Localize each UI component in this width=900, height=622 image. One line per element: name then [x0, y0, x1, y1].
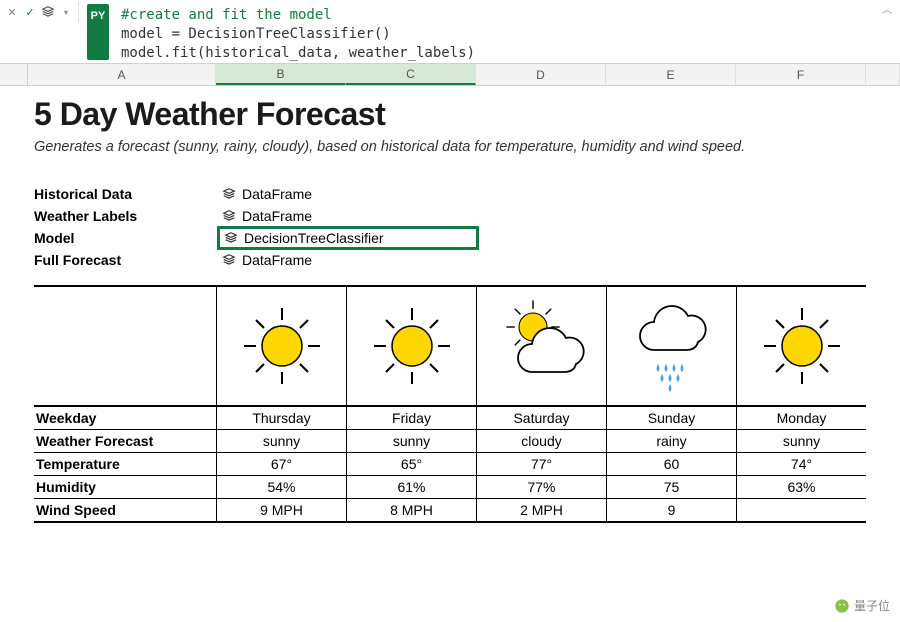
meta-label: Historical Data [34, 186, 218, 202]
chevron-down-icon[interactable]: ▾ [58, 4, 74, 20]
page-subtitle: Generates a forecast (sunny, rainy, clou… [34, 139, 884, 155]
meta-label: Model [34, 230, 218, 246]
forecast-table: WeekdayThursdayFridaySaturdaySundayMonda… [34, 285, 866, 523]
forecast-row: Weather Forecastsunnysunnycloudyrainysun… [34, 430, 866, 453]
forecast-cell: 54% [216, 476, 346, 498]
sunny-icon [362, 296, 462, 396]
meta-value-text: DecisionTreeClassifier [244, 230, 384, 246]
forecast-icon-cell [606, 287, 736, 405]
forecast-cell: rainy [606, 430, 736, 452]
forecast-cell: 74° [736, 453, 866, 475]
formula-bar: ✕ ✓ ▾ PY #create and fit the model model… [0, 0, 900, 64]
forecast-cell: 60 [606, 453, 736, 475]
rainy-icon [622, 296, 722, 396]
meta-row: Model DecisionTreeClassifier [34, 227, 884, 249]
code-editor[interactable]: #create and fit the model model = Decisi… [113, 0, 900, 63]
forecast-icon-cell [346, 287, 476, 405]
col-header-d[interactable]: D [476, 64, 606, 85]
col-header-c[interactable]: C [346, 64, 476, 85]
code-comment: #create and fit the model [121, 7, 332, 23]
forecast-cell: 8 MPH [346, 499, 476, 521]
meta-value-text: DataFrame [242, 252, 312, 268]
watermark-text: 量子位 [854, 597, 890, 614]
forecast-cell: 9 [606, 499, 736, 521]
python-badge: PY [87, 4, 109, 60]
col-header-b[interactable]: B [216, 64, 346, 85]
forecast-icon-row-label [34, 287, 216, 405]
meta-label: Weather Labels [34, 208, 218, 224]
forecast-row-label: Weather Forecast [34, 430, 216, 452]
meta-value-cell[interactable]: DataFrame [218, 185, 478, 203]
forecast-row: Wind Speed9 MPH8 MPH2 MPH9 [34, 499, 866, 523]
meta-value-text: DataFrame [242, 186, 312, 202]
worksheet: 5 Day Weather Forecast Generates a forec… [0, 86, 900, 523]
confirm-icon[interactable]: ✓ [22, 4, 38, 20]
forecast-icon-row [34, 287, 866, 407]
forecast-icon-cell [216, 287, 346, 405]
meta-value-text: DataFrame [242, 208, 312, 224]
code-line-2: model = DecisionTreeClassifier() [121, 26, 391, 42]
meta-label: Full Forecast [34, 252, 218, 268]
forecast-cell: 77° [476, 453, 606, 475]
forecast-icon-cell [736, 287, 866, 405]
wechat-icon [834, 598, 850, 614]
col-header-f[interactable]: F [736, 64, 866, 85]
forecast-cell: 2 MPH [476, 499, 606, 521]
col-header-spacer [866, 64, 900, 85]
forecast-cell: Saturday [476, 407, 606, 429]
column-headers: A B C D E F [0, 64, 900, 86]
meta-section: Historical Data DataFrame Weather Labels Da… [34, 183, 884, 271]
forecast-cell: Sunday [606, 407, 736, 429]
cloudy-icon [492, 296, 592, 396]
forecast-cell: sunny [216, 430, 346, 452]
forecast-cell: cloudy [476, 430, 606, 452]
formula-bar-controls: ✕ ✓ ▾ [0, 2, 79, 22]
stack-dropdown-icon[interactable] [40, 4, 56, 20]
meta-value-cell[interactable]: DataFrame [218, 251, 478, 269]
forecast-cell: 65° [346, 453, 476, 475]
sunny-icon [752, 296, 852, 396]
forecast-cell: 63% [736, 476, 866, 498]
forecast-row: Temperature67°65°77°6074° [34, 453, 866, 476]
meta-value-cell[interactable]: DecisionTreeClassifier [218, 227, 478, 249]
forecast-cell: 61% [346, 476, 476, 498]
forecast-row-label: Wind Speed [34, 499, 216, 521]
col-header-a[interactable]: A [28, 64, 216, 85]
collapse-caret-icon[interactable]: ︿ [882, 4, 892, 18]
meta-row: Historical Data DataFrame [34, 183, 884, 205]
forecast-row-label: Humidity [34, 476, 216, 498]
forecast-row: Humidity54%61%77%7563% [34, 476, 866, 499]
code-line-3: model.fit(historical_data, weather_label… [121, 45, 475, 61]
forecast-cell: 9 MPH [216, 499, 346, 521]
col-header-e[interactable]: E [606, 64, 736, 85]
forecast-row-label: Temperature [34, 453, 216, 475]
forecast-cell: Thursday [216, 407, 346, 429]
forecast-cell: 67° [216, 453, 346, 475]
forecast-icon-cell [476, 287, 606, 405]
watermark: 量子位 [834, 597, 890, 614]
forecast-cell: 77% [476, 476, 606, 498]
sunny-icon [232, 296, 332, 396]
forecast-cell: Friday [346, 407, 476, 429]
forecast-cell: sunny [736, 430, 866, 452]
meta-row: Weather Labels DataFrame [34, 205, 884, 227]
forecast-cell: sunny [346, 430, 476, 452]
meta-value-cell[interactable]: DataFrame [218, 207, 478, 225]
forecast-cell: 75 [606, 476, 736, 498]
forecast-row: WeekdayThursdayFridaySaturdaySundayMonda… [34, 407, 866, 430]
forecast-row-label: Weekday [34, 407, 216, 429]
select-all-corner[interactable] [0, 64, 28, 85]
forecast-cell [736, 499, 866, 521]
forecast-cell: Monday [736, 407, 866, 429]
meta-row: Full Forecast DataFrame [34, 249, 884, 271]
cancel-icon[interactable]: ✕ [4, 4, 20, 20]
page-title: 5 Day Weather Forecast [34, 96, 884, 133]
